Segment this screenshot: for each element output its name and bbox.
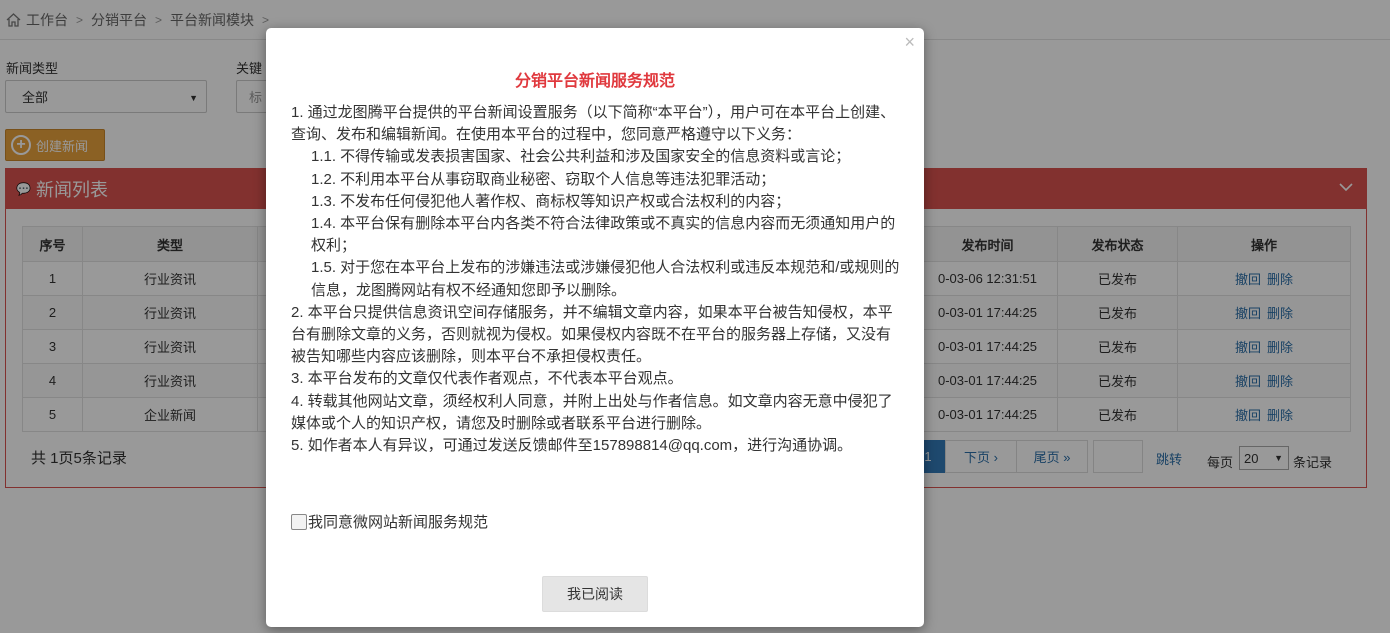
modal-title: 分销平台新闻服务规范 (514, 73, 675, 90)
rule-paragraph: 1.1. 不得传输或发表损害国家、社会公共利益和涉及国家安全的信息资料或言论； (311, 148, 851, 166)
service-rules-modal: × 分销平台新闻服务规范 1. 通过龙图腾平台提供的平台新闻设置服务（以下简称“… (266, 28, 924, 627)
rule-paragraph: 2. 本平台只提供信息资讯空间存储服务，并不编辑文章内容，如果本平台被告知侵权，… (291, 303, 893, 366)
rule-paragraph: 1.2. 不利用本平台从事窃取商业秘密、窃取个人信息等违法犯罪活动； (311, 170, 776, 188)
rule-paragraph: 3. 本平台发布的文章仅代表作者观点，不代表本平台观点。 (291, 370, 683, 388)
close-icon[interactable]: × (904, 32, 915, 53)
rule-paragraph: 1.3. 不发布任何侵犯他人著作权、商标权等知识产权或合法权利的内容； (311, 192, 791, 210)
rule-paragraph: 4. 转载其他网站文章，须经权利人同意，并附上出处与作者信息。如文章内容无意中侵… (291, 392, 893, 432)
rule-paragraph: 5. 如作者本人有异议，可通过发送反馈邮件至157898814@qq.com，进… (291, 437, 853, 455)
agree-checkbox[interactable] (291, 513, 307, 530)
rule-paragraph: 1. 通过龙图腾平台提供的平台新闻设置服务（以下简称“本平台”），用户可在本平台… (291, 104, 896, 144)
rule-paragraph: 1.5. 对于您在本平台上发布的涉嫌违法或涉嫌侵犯他人合法权利或违反本规范和/或… (311, 259, 900, 299)
rule-paragraph: 1.4. 本平台保有删除本平台内各类不符合法律政策或不真实的信息内容而无须通知用… (311, 215, 896, 255)
agree-label[interactable]: 我同意微网站新闻服务规范 (308, 511, 488, 532)
read-confirm-button[interactable]: 我已阅读 (542, 576, 648, 612)
agree-checkbox-row[interactable]: 我同意微网站新闻服务规范 (291, 511, 488, 532)
modal-body: 1. 通过龙图腾平台提供的平台新闻设置服务（以下简称“本平台”），用户可在本平台… (291, 102, 901, 457)
